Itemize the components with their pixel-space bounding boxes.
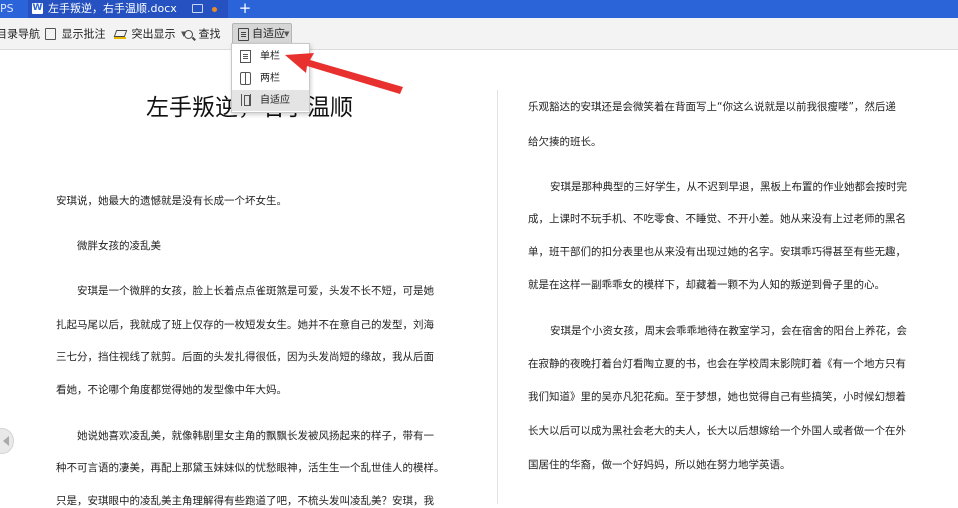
page-divider (497, 90, 498, 504)
menu-item-label: 自适应 (260, 95, 290, 106)
document-tab-title: 左手叛逆，右手温顺.docx (48, 2, 177, 15)
two-column-icon (239, 72, 251, 85)
paragraph-line: 她说她喜欢凌乱美，就像韩剧里女主角的飘飘长发被风扬起来的样子，带有一 (77, 430, 434, 442)
toc-nav-button[interactable]: 目录导航 (0, 18, 40, 49)
paragraph-line: 给欠揍的班长。 (528, 136, 602, 148)
adapt-view-label: 自适应 (252, 27, 285, 40)
paragraph-line: 在寂静的夜晚打着台灯看陶立夏的书，也会在学校周末影院盯着《有一个地方只有 (528, 358, 906, 370)
show-comments-label: 显示批注 (61, 27, 106, 41)
menu-item-two-column[interactable]: 两栏 (232, 68, 309, 89)
paragraph-line: 扎起马尾以后，我就成了班上仅存的一枚短发女生。她并不在意自己的发型，刘海 (56, 319, 434, 331)
paragraph-line: 国居住的华裔，做一个好妈妈，所以她在努力地学英语。 (528, 459, 791, 471)
paragraph-line: 长大以后可以成为黑社会老大的夫人，长大以后想嫁给一个外国人或者做一个在外 (528, 425, 906, 437)
highlight-icon (114, 29, 126, 39)
paragraph-line: 就是在这样一副乖乖女的模样下，却藏着一颗不为人知的叛逆到骨子里的心。 (528, 279, 885, 291)
paragraph-line: 三七分，挡住视线了就剪。后面的头发扎得很低，因为头发尚短的缘故，我从后面 (56, 351, 434, 363)
previous-tab-label[interactable]: PS (0, 0, 18, 18)
tab-bar: PS W 左手叛逆，右手温顺.docx + (0, 0, 958, 18)
monitor-icon[interactable] (192, 4, 203, 13)
chevron-down-icon: ▼ (284, 30, 290, 38)
highlight-button[interactable]: 突出显示 ▼ (114, 18, 186, 49)
toc-nav-label: 目录导航 (0, 27, 40, 41)
paragraph-line: 看她，不论哪个角度都觉得她的发型像中年大妈。 (56, 384, 287, 396)
paragraph-line: 种不可言语的凄美，再配上那黛玉妹妹似的忧愁眼神，活生生一个乱世佳人的模样。 (56, 462, 445, 474)
find-button[interactable]: 查找 (184, 18, 221, 49)
paragraph-line: 我们知道》里的吴亦凡犯花痴。至于梦想，她也觉得自己有些搞笑，小时候幻想着 (528, 391, 906, 403)
paragraph-line: 只是，安琪眼中的凌乱美主角理解得有些跑道了吧，不梳头发叫凌乱美？安琪，我 (56, 495, 434, 507)
chevron-left-icon (3, 436, 9, 446)
paragraph-line: 安琪是那种典型的三好学生，从不迟到早退，黑板上布置的作业她都会按时完 (550, 181, 907, 193)
unsaved-dot-icon (212, 7, 217, 12)
paragraph-line: 单，班干部们的扣分表里也从来没有出现过她的名字。安琪乖巧得甚至有些无趣， (528, 246, 906, 258)
column-view-menu: 单栏 两栏 自适应 (231, 43, 310, 113)
highlight-label: 突出显示 (131, 27, 176, 41)
paragraph-line: 安琪是个小资女孩，周末会乖乖地待在教室学习，会在宿舍的阳台上养花，会 (550, 325, 907, 337)
paragraph-line: 乐观豁达的安琪还是会微笑着在背面写上“你这么说就是以前我很瘦喽”，然后递 (528, 101, 896, 113)
new-tab-button[interactable]: + (236, 0, 254, 18)
menu-item-label: 两栏 (260, 73, 280, 84)
comments-icon (45, 28, 56, 40)
section-heading: 微胖女孩的凌乱美 (77, 240, 161, 252)
menu-item-single-column[interactable]: 单栏 (232, 46, 309, 67)
previous-page-button[interactable] (0, 428, 14, 454)
reading-toolbar: 目录导航 显示批注 突出显示 ▼ 查找 (0, 18, 958, 50)
word-doc-icon: W (32, 3, 43, 14)
adaptive-icon (241, 94, 251, 106)
page-icon (238, 28, 249, 41)
paragraph-line: 成，上课时不玩手机、不吃零食、不睡觉、不开小差。她从来没有上过老师的黑名 (528, 213, 906, 225)
menu-item-label: 单栏 (260, 51, 280, 62)
show-comments-button[interactable]: 显示批注 (45, 18, 106, 49)
document-tab[interactable]: W 左手叛逆，右手温顺.docx (28, 0, 228, 18)
single-column-icon (240, 50, 251, 63)
paragraph-line: 安琪说，她最大的遗憾就是没有长成一个坏女生。 (56, 195, 287, 207)
menu-item-adaptive[interactable]: 自适应 (232, 90, 309, 111)
search-icon (184, 29, 193, 39)
find-label: 查找 (198, 27, 221, 41)
adapt-view-button[interactable]: 自适应 ▼ (232, 23, 292, 45)
paragraph-line: 安琪是一个微胖的女孩，脸上长着点点雀斑煞是可爱，头发不长不短，可是她 (77, 285, 434, 297)
